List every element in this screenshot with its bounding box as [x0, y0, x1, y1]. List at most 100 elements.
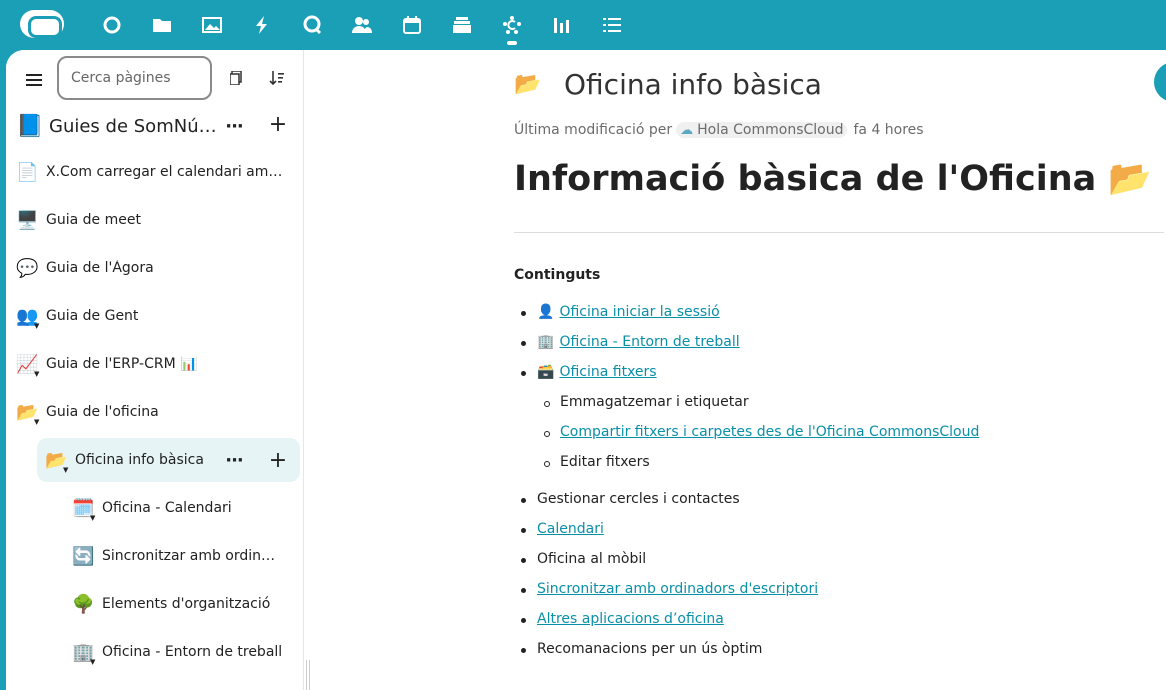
sidebar-item-xcom-calendar[interactable]: 📄 X.Com carregar el calendari amb un enl…	[16, 150, 296, 194]
toc-link[interactable]: Oficina iniciar la sessió	[559, 304, 719, 320]
sidebar-item-label: Guia de l'Àgora	[46, 260, 154, 276]
tree-icon: 🌳	[72, 593, 95, 615]
toc-subitem: Compartir fitxers i carpetes des de l'Of…	[544, 424, 979, 440]
bullet	[521, 588, 526, 593]
page-header: 📂 Oficina info bàsica	[514, 64, 822, 104]
bullet	[521, 371, 526, 376]
expand-caret-icon[interactable]: ▼	[90, 658, 95, 666]
menu-toggle-icon[interactable]	[26, 74, 42, 86]
modified-time: fa 4 hores	[853, 122, 924, 138]
toc-item: Sincronitzar amb ordinadors d'escriptori	[521, 581, 818, 597]
page-more-icon[interactable]: ···	[220, 446, 248, 474]
search-input[interactable]	[57, 56, 212, 100]
collective-title: Guies de SomNúvol	[49, 115, 219, 137]
talk-icon[interactable]	[300, 13, 324, 37]
sidebar-item-meet[interactable]: 🖥️ Guia de meet	[16, 198, 296, 242]
collective-more-icon[interactable]: ···	[220, 112, 248, 140]
activity-icon[interactable]	[250, 13, 274, 37]
user-name: Hola CommonsCloud	[697, 122, 844, 138]
collapse-caret-icon[interactable]: ▼	[63, 466, 68, 474]
sidebar-item-sincronitzar[interactable]: 🔄 Sincronitzar amb ordinadors d'escripto…	[72, 534, 296, 578]
deck-icon[interactable]	[450, 13, 474, 37]
bullet	[521, 528, 526, 533]
sort-icon[interactable]	[265, 66, 289, 90]
office-building-icon: 🏢	[537, 334, 555, 350]
toc-link[interactable]: Oficina fitxers	[559, 364, 656, 380]
bullet	[521, 498, 526, 503]
collectives-icon[interactable]	[500, 13, 524, 45]
expand-caret-icon[interactable]: ▼	[34, 370, 39, 378]
toc-text: Recomanacions per un ús òptim	[537, 641, 763, 657]
tasks-icon[interactable]	[600, 13, 624, 37]
sidebar-item-elements[interactable]: 🌳 Elements d'organització	[72, 582, 296, 626]
expand-caret-icon[interactable]: ▼	[90, 514, 95, 522]
sidebar-item-calendari[interactable]: 🗓️ ▼ Oficina - Calendari	[72, 486, 296, 530]
page-content: 📂 Oficina info bàsica Última modificació…	[514, 50, 1164, 690]
collective-emoji: 📘	[16, 113, 44, 139]
bullet	[521, 341, 526, 346]
contacts-icon[interactable]	[350, 13, 374, 37]
toc-link[interactable]: Calendari	[537, 521, 604, 537]
sidebar-item-erp-crm[interactable]: 📈 ▼ Guia de l'ERP-CRM 📊	[16, 342, 296, 386]
templates-icon[interactable]	[224, 66, 248, 90]
toc-subitem: Emmagatzemar i etiquetar	[544, 394, 749, 410]
toc-subitem: Editar fitxers	[544, 454, 650, 470]
page-title[interactable]: Oficina info bàsica	[564, 68, 822, 101]
logo[interactable]	[20, 10, 64, 38]
bullet	[544, 431, 550, 437]
page-emoji[interactable]: 📂	[514, 72, 564, 97]
collapse-caret-icon[interactable]: ▼	[34, 418, 39, 426]
toc-item: Altres aplicacions d’oficina	[521, 611, 724, 627]
bullet	[521, 558, 526, 563]
divider	[514, 232, 1164, 233]
toc-link[interactable]: Oficina - Entorn de treball	[559, 334, 739, 350]
user-chip[interactable]: ☁ Hola CommonsCloud	[676, 122, 848, 138]
avatar-icon: ☁	[680, 122, 694, 138]
sidebar-item-oficina-info-basica[interactable]: 📂 ▼ Oficina info bàsica	[37, 438, 300, 482]
sidebar-item-label: Guia de Gent	[46, 308, 139, 324]
toc-link[interactable]: Altres aplicacions d’oficina	[537, 611, 724, 627]
sidebar-item-label: Elements d'organització	[102, 596, 271, 612]
people-icon: 👥 ▼	[16, 306, 46, 330]
chart-icon: 📈 ▼	[16, 354, 46, 378]
dashboard-icon[interactable]	[100, 13, 124, 37]
calendar-icon: 🗓️ ▼	[72, 498, 102, 522]
folder-icon: 📂 ▼	[45, 450, 75, 474]
collective-header[interactable]: 📘 Guies de SomNúvol	[16, 108, 296, 144]
modified-prefix: Última modificació per	[514, 122, 673, 138]
sidebar-item-entorn[interactable]: 🏢 ▼ Oficina - Entorn de treball	[72, 630, 296, 674]
bullet	[521, 311, 526, 316]
analytics-icon[interactable]	[550, 13, 574, 37]
person-icon: 👤	[537, 304, 555, 320]
add-page-icon[interactable]: +	[264, 110, 292, 138]
document-heading: Informació bàsica de l'Oficina 📂	[514, 159, 1153, 199]
monitor-icon: 🖥️	[16, 209, 39, 231]
toc-link[interactable]: Compartir fitxers i carpetes des de l'Of…	[560, 424, 979, 440]
toc-title: Continguts	[514, 267, 601, 283]
sidebar-item-oficina[interactable]: 📂 ▼ Guia de l'oficina	[16, 390, 296, 434]
top-bar	[0, 0, 1166, 50]
last-modified: Última modificació per ☁ Hola CommonsClo…	[514, 122, 924, 138]
bullet	[544, 461, 550, 467]
sidebar-item-label: Oficina - Entorn de treball	[102, 644, 283, 660]
folder-icon: 📂 ▼	[16, 402, 46, 426]
content-surface: 📘 Guies de SomNúvol ··· + 📄 X.Com carreg…	[6, 50, 1166, 690]
sidebar-item-label: X.Com carregar el calendari amb un enlla…	[46, 164, 291, 180]
toc-link[interactable]: Sincronitzar amb ordinadors d'escriptori	[537, 581, 818, 597]
office-building-icon: 🏢 ▼	[72, 642, 102, 666]
sidebar-resize-handle[interactable]	[306, 660, 310, 690]
files-icon[interactable]	[150, 13, 174, 37]
sidebar-item-label: Guia de l'ERP-CRM 📊	[46, 356, 198, 372]
sidebar-item-label: Sincronitzar amb ordinadors d'escriptori	[102, 548, 280, 564]
toc-text: Editar fitxers	[560, 454, 650, 470]
bullet	[521, 618, 526, 623]
sync-icon: 🔄	[72, 545, 95, 567]
sidebar-item-gent[interactable]: 👥 ▼ Guia de Gent	[16, 294, 296, 338]
photos-icon[interactable]	[200, 13, 224, 37]
toc-text: Emmagatzemar i etiquetar	[560, 394, 749, 410]
sidebar-item-agora[interactable]: 💬 Guia de l'Àgora	[16, 246, 296, 290]
expand-caret-icon[interactable]: ▼	[34, 322, 39, 330]
toc-text: Gestionar cercles i contactes	[537, 491, 740, 507]
add-subpage-icon[interactable]: +	[264, 446, 292, 474]
calendar-icon[interactable]	[400, 13, 424, 37]
